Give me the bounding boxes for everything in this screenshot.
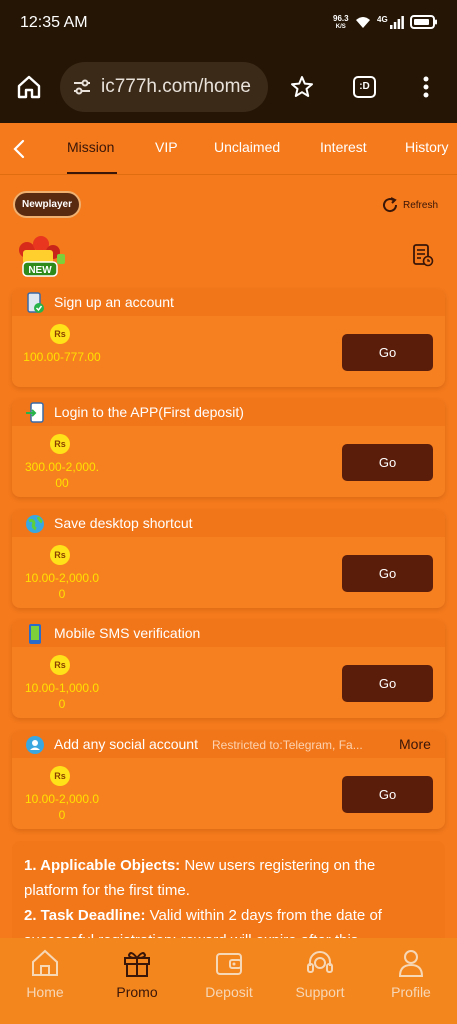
home-icon bbox=[32, 949, 58, 976]
nav-deposit[interactable]: Deposit bbox=[189, 948, 269, 1000]
task-header: Save desktop shortcut bbox=[12, 510, 445, 537]
task-reward: 300.00-2,000.00 bbox=[24, 460, 100, 490]
wifi-icon bbox=[356, 17, 370, 28]
net-speed-unit: K/S bbox=[335, 24, 346, 30]
nav-label: Home bbox=[26, 984, 64, 1000]
task-card-desktop-shortcut: Save desktop shortcut Rs 10.00-2,000.00 … bbox=[12, 510, 445, 608]
refresh-icon bbox=[383, 197, 398, 213]
tab-mission[interactable]: Mission bbox=[67, 139, 114, 155]
browser-home-icon[interactable] bbox=[16, 75, 42, 99]
task-header: Mobile SMS verification bbox=[12, 620, 445, 647]
rupee-coin-icon: Rs bbox=[50, 655, 70, 675]
task-header: Sign up an account bbox=[12, 289, 445, 316]
task-card-login-app: Login to the APP(First deposit) Rs 300.0… bbox=[12, 399, 445, 497]
task-reward: 100.00-777.00 bbox=[23, 350, 101, 364]
url-bar[interactable]: ic777h.com/home bbox=[60, 62, 268, 112]
net-speed-value: 96.3 bbox=[333, 14, 349, 23]
new-gift-icon: NEW bbox=[13, 232, 69, 283]
rule-label: 1. Applicable Objects: bbox=[24, 857, 181, 874]
overflow-menu-icon[interactable] bbox=[423, 76, 429, 98]
active-tab-indicator bbox=[67, 172, 117, 174]
rule-label: 2. Task Deadline: bbox=[24, 907, 146, 924]
social-network-icon bbox=[26, 736, 44, 754]
rupee-coin-icon: Rs bbox=[50, 324, 70, 344]
bottom-navigation: Home Promo Deposit Support Profile bbox=[0, 938, 457, 1024]
more-link[interactable]: More bbox=[399, 736, 431, 752]
net-speed: 96.3 K/S bbox=[333, 15, 349, 31]
task-title: Save desktop shortcut bbox=[54, 515, 193, 531]
bookmark-star-icon[interactable] bbox=[290, 75, 314, 99]
go-button[interactable]: Go bbox=[342, 444, 433, 481]
go-button[interactable]: Go bbox=[342, 555, 433, 592]
network-type: 4G bbox=[377, 14, 388, 24]
task-restriction: Restricted to:Telegram, Fa... bbox=[212, 738, 363, 752]
battery-icon bbox=[409, 15, 437, 29]
status-bar: 12:35 AM 96.3 K/S 4G bbox=[0, 0, 457, 50]
url-text[interactable]: ic777h.com/home bbox=[101, 76, 261, 98]
nav-label: Deposit bbox=[205, 984, 253, 1000]
tab-interest[interactable]: Interest bbox=[320, 139, 367, 155]
rule-item: 1. Applicable Objects: New users registe… bbox=[24, 853, 433, 903]
task-card-signup: Sign up an account Rs 100.00-777.00 Go bbox=[12, 289, 445, 387]
headset-icon bbox=[307, 951, 333, 973]
signal-icon bbox=[389, 16, 404, 29]
tab-switcher-button[interactable]: :D bbox=[353, 76, 376, 98]
globe-icon bbox=[26, 515, 44, 533]
rupee-coin-icon: Rs bbox=[50, 766, 70, 786]
site-settings-icon[interactable] bbox=[72, 77, 92, 97]
phone-login-icon bbox=[26, 402, 44, 423]
status-icons: 4G bbox=[355, 15, 438, 29]
new-badge-label: NEW bbox=[28, 265, 52, 276]
records-doc-icon[interactable] bbox=[412, 243, 434, 267]
task-reward: 10.00-2,000.00 bbox=[24, 792, 100, 822]
task-card-social-account: Add any social account Restricted to:Tel… bbox=[12, 731, 445, 829]
task-header: Add any social account Restricted to:Tel… bbox=[12, 731, 445, 758]
task-title: Mobile SMS verification bbox=[54, 625, 201, 641]
tab-vip[interactable]: VIP bbox=[155, 139, 178, 155]
task-header: Login to the APP(First deposit) bbox=[12, 399, 445, 426]
tab-history[interactable]: History bbox=[405, 139, 449, 155]
refresh-label: Refresh bbox=[403, 199, 439, 211]
rupee-coin-icon: Rs bbox=[50, 545, 70, 565]
mobile-phone-icon bbox=[29, 624, 41, 644]
newplayer-filter[interactable]: Newplayer bbox=[13, 191, 81, 218]
nav-home[interactable]: Home bbox=[5, 948, 85, 1000]
browser-toolbar: ic777h.com/home :D bbox=[0, 50, 457, 123]
nav-promo[interactable]: Promo bbox=[97, 948, 177, 1000]
mission-tabs: Mission VIP Unclaimed Interest History bbox=[0, 123, 457, 175]
back-arrow-icon[interactable] bbox=[12, 139, 26, 159]
rupee-coin-icon: Rs bbox=[50, 434, 70, 454]
task-card-sms-verification: Mobile SMS verification Rs 10.00-1,000.0… bbox=[12, 620, 445, 718]
go-button[interactable]: Go bbox=[342, 334, 433, 371]
nav-label: Promo bbox=[116, 984, 158, 1000]
profile-icon bbox=[398, 950, 424, 977]
nav-support[interactable]: Support bbox=[280, 948, 360, 1000]
tab-unclaimed[interactable]: Unclaimed bbox=[214, 139, 280, 155]
task-reward: 10.00-1,000.00 bbox=[24, 681, 100, 711]
task-title: Login to the APP(First deposit) bbox=[54, 404, 244, 420]
phone-check-icon bbox=[27, 292, 44, 313]
task-title: Sign up an account bbox=[54, 294, 174, 310]
refresh-button[interactable]: Refresh bbox=[381, 196, 438, 214]
go-button[interactable]: Go bbox=[342, 665, 433, 702]
wallet-icon bbox=[216, 953, 242, 975]
task-title: Add any social account bbox=[54, 736, 198, 752]
clock: 12:35 AM bbox=[20, 14, 88, 31]
gift-icon bbox=[124, 952, 150, 977]
nav-label: Support bbox=[295, 984, 345, 1000]
task-reward: 10.00-2,000.00 bbox=[24, 571, 100, 601]
nav-label: Profile bbox=[391, 984, 431, 1000]
nav-profile[interactable]: Profile bbox=[371, 948, 451, 1000]
go-button[interactable]: Go bbox=[342, 776, 433, 813]
